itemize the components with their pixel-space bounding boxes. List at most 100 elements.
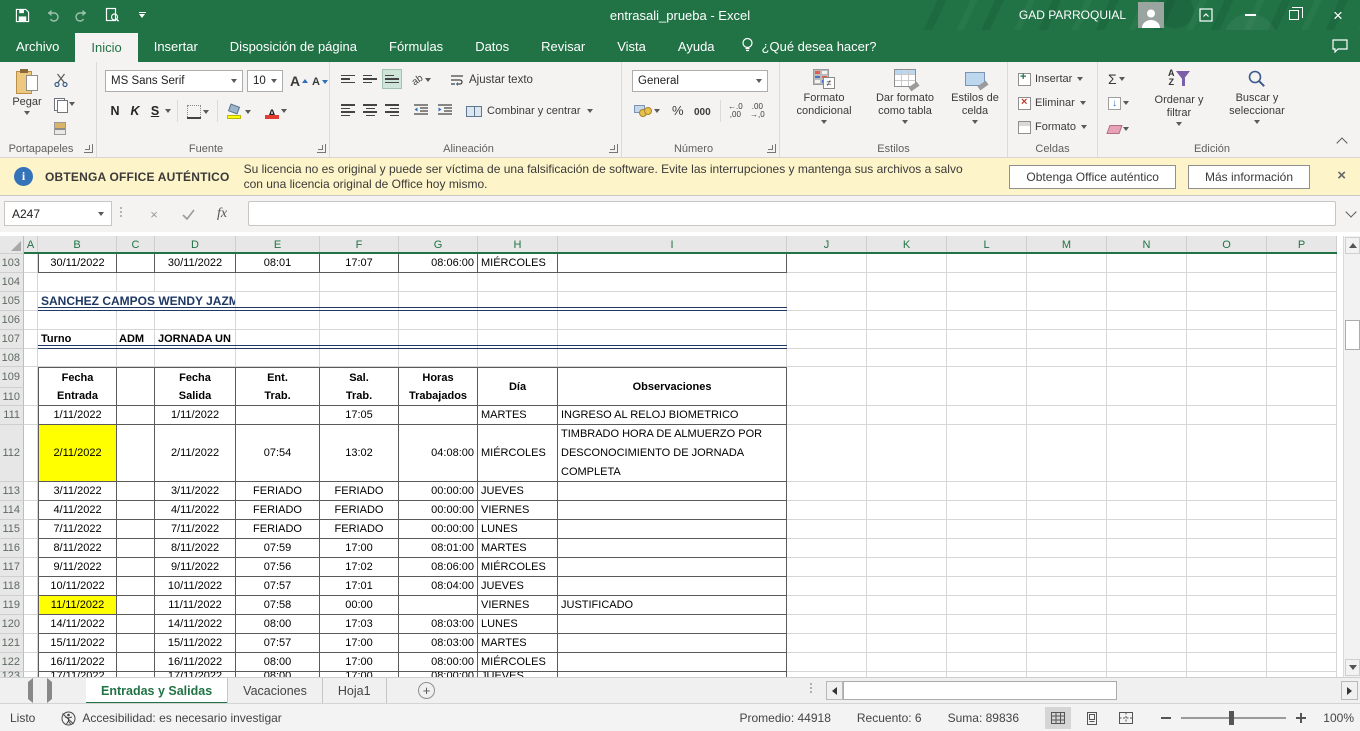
ribbon-display-options-icon[interactable] [1184, 0, 1228, 30]
zoom-slider-thumb[interactable] [1229, 711, 1234, 725]
cell[interactable] [558, 349, 787, 367]
cell[interactable] [558, 254, 787, 273]
cell[interactable] [24, 539, 38, 558]
cell[interactable] [947, 311, 1027, 330]
cell[interactable] [787, 634, 867, 653]
cell[interactable] [867, 311, 947, 330]
font-name-select[interactable]: MS Sans Serif [105, 70, 243, 92]
cell[interactable] [1267, 501, 1337, 520]
cell[interactable] [1187, 273, 1267, 292]
cell[interactable]: 10/11/2022 [38, 577, 117, 596]
cell[interactable] [1107, 311, 1187, 330]
cell[interactable] [1027, 634, 1107, 653]
increase-font-button[interactable]: A [288, 71, 310, 91]
cell[interactable] [787, 482, 867, 501]
zoom-percent[interactable]: 100% [1316, 711, 1354, 725]
cell[interactable] [1107, 482, 1187, 501]
copy-button[interactable] [52, 94, 77, 114]
scroll-right-icon[interactable] [1341, 681, 1358, 700]
cell[interactable]: 17:07 [320, 254, 399, 273]
bold-button[interactable]: N [105, 101, 125, 121]
find-select-button[interactable]: Buscar y seleccionar [1216, 69, 1298, 124]
tab-insertar[interactable]: Insertar [138, 30, 214, 62]
cell[interactable] [1187, 653, 1267, 672]
cell[interactable] [947, 558, 1027, 577]
cell[interactable] [867, 539, 947, 558]
wrap-text-button[interactable]: Ajustar texto [448, 70, 535, 90]
sheet-tab-entradas-y-salidas[interactable]: Entradas y Salidas [86, 678, 228, 704]
cell[interactable]: 1/11/2022 [38, 406, 117, 425]
cell[interactable] [558, 311, 787, 330]
get-office-button[interactable]: Obtenga Office auténtico [1009, 165, 1176, 189]
cell[interactable] [1187, 406, 1267, 425]
cell[interactable] [117, 520, 155, 539]
cell[interactable] [117, 367, 155, 406]
cell[interactable] [947, 254, 1027, 273]
cell[interactable] [867, 615, 947, 634]
cell[interactable] [558, 558, 787, 577]
cell[interactable] [1187, 292, 1267, 311]
cell[interactable] [867, 558, 947, 577]
cell[interactable] [24, 482, 38, 501]
row-header-109[interactable]: 109 [0, 367, 24, 388]
cell[interactable] [947, 596, 1027, 615]
zoom-out-icon[interactable] [1161, 717, 1171, 719]
cell[interactable] [787, 330, 867, 349]
row-header-107[interactable]: 107 [0, 330, 24, 349]
cell[interactable]: 7/11/2022 [155, 520, 236, 539]
cell[interactable]: MARTES [478, 406, 558, 425]
row-header-104[interactable]: 104 [0, 273, 24, 292]
cell[interactable]: 08:06:00 [399, 558, 478, 577]
cell[interactable]: Día [478, 367, 558, 406]
cell[interactable] [1107, 539, 1187, 558]
cell[interactable] [117, 406, 155, 425]
accessibility-status[interactable]: Accesibilidad: es necesario investigar [61, 711, 281, 726]
cell[interactable] [236, 311, 320, 330]
row-header-106[interactable]: 106 [0, 311, 24, 330]
cell[interactable] [1267, 634, 1337, 653]
cell[interactable] [155, 273, 236, 292]
cell[interactable]: 08:00 [236, 653, 320, 672]
cell[interactable] [478, 273, 558, 292]
cell[interactable]: 8/11/2022 [155, 539, 236, 558]
cell[interactable] [1187, 425, 1267, 482]
cell[interactable]: 13:02 [320, 425, 399, 482]
cell[interactable] [1027, 653, 1107, 672]
row-header-111[interactable]: 111 [0, 406, 24, 425]
cell[interactable] [947, 367, 1027, 406]
cancel-entry-icon[interactable]: × [142, 203, 166, 225]
cell[interactable] [24, 615, 38, 634]
cell[interactable] [787, 520, 867, 539]
format-cells-button[interactable]: Formato [1016, 117, 1089, 137]
tab-inicio[interactable]: Inicio [75, 33, 137, 62]
tabbar-resize-grip[interactable] [810, 683, 812, 693]
cell[interactable] [867, 273, 947, 292]
namebox-resize-grip[interactable] [120, 207, 122, 217]
cell[interactable] [1107, 406, 1187, 425]
cell[interactable] [399, 349, 478, 367]
cell[interactable] [1027, 311, 1107, 330]
cell[interactable] [1027, 367, 1107, 406]
cell[interactable] [558, 577, 787, 596]
align-top-button[interactable] [338, 69, 358, 89]
cell[interactable] [947, 482, 1027, 501]
cell[interactable] [399, 311, 478, 330]
horizontal-scrollbar[interactable] [826, 681, 1358, 700]
cell[interactable]: 16/11/2022 [38, 653, 117, 672]
feedback-comment-icon[interactable] [1332, 30, 1348, 62]
cell[interactable]: 07:58 [236, 596, 320, 615]
comma-style-button[interactable]: 000 [692, 102, 713, 122]
sheet-tab-vacaciones[interactable]: Vacaciones [228, 678, 323, 704]
cell[interactable]: 08:01:00 [399, 539, 478, 558]
row-header-119[interactable]: 119 [0, 596, 24, 615]
cell[interactable] [1027, 520, 1107, 539]
cell[interactable] [867, 425, 947, 482]
collapse-ribbon-icon[interactable] [1336, 137, 1347, 148]
cell[interactable] [1027, 501, 1107, 520]
cell[interactable]: 07:54 [236, 425, 320, 482]
cell[interactable] [1267, 425, 1337, 482]
cell[interactable] [117, 634, 155, 653]
cell[interactable] [1107, 254, 1187, 273]
cell[interactable] [320, 311, 399, 330]
number-format-select[interactable]: General [632, 70, 768, 92]
